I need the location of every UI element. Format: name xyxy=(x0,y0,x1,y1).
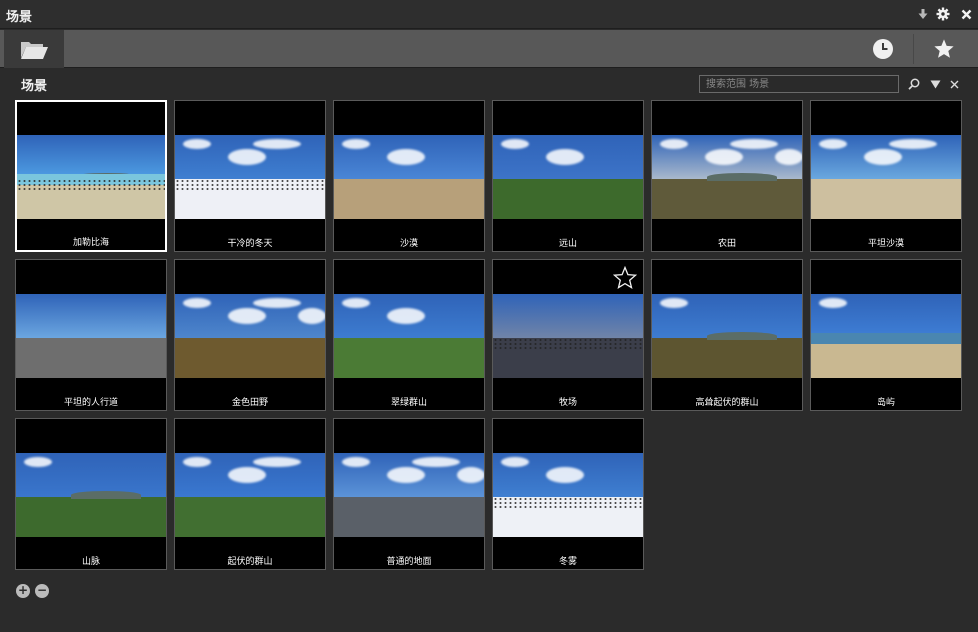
section-title: 场景 xyxy=(21,79,48,94)
scene-tile[interactable]: 普通的地面 xyxy=(333,418,485,570)
scene-thumbnail xyxy=(17,135,165,219)
scene-thumbnail xyxy=(652,294,802,378)
scene-tile[interactable]: 金色田野 xyxy=(174,259,326,411)
clock-icon xyxy=(873,39,893,59)
window-titlebar: 场景 xyxy=(0,0,978,29)
window-title: 场景 xyxy=(6,10,33,25)
search-button[interactable] xyxy=(906,75,922,93)
scene-tile[interactable]: 沙漠 xyxy=(333,100,485,252)
scene-tile[interactable]: 翠绿群山 xyxy=(333,259,485,411)
scene-thumbnail xyxy=(493,294,643,378)
scene-label: 金色田野 xyxy=(231,398,268,408)
scene-thumbnail xyxy=(493,453,643,537)
scene-label: 加勒比海 xyxy=(72,238,109,248)
scene-tile[interactable]: 起伏的群山 xyxy=(174,418,326,570)
library-toolbar xyxy=(0,30,978,68)
scene-label: 平坦的人行道 xyxy=(63,398,118,408)
scene-thumbnail xyxy=(652,135,802,219)
scene-thumbnail xyxy=(334,294,484,378)
gear-icon xyxy=(936,7,950,21)
scene-tile[interactable]: 岛屿 xyxy=(810,259,962,411)
scene-thumbnail xyxy=(493,135,643,219)
scene-tile[interactable]: 山脉 xyxy=(15,418,167,570)
scene-tile[interactable]: 冬雾 xyxy=(492,418,644,570)
scene-tile[interactable]: 平坦沙漠 xyxy=(810,100,962,252)
scene-label: 远山 xyxy=(558,239,577,249)
scene-thumbnail xyxy=(811,135,961,219)
scene-label: 山脉 xyxy=(81,557,100,567)
scene-label: 起伏的群山 xyxy=(227,557,273,567)
scene-thumbnail xyxy=(811,294,961,378)
dock-down-button[interactable] xyxy=(914,4,932,24)
close-icon xyxy=(961,9,971,19)
scene-tile[interactable]: 高耸起伏的群山 xyxy=(651,259,803,411)
scene-tile[interactable]: 牧场 xyxy=(492,259,644,411)
tab-folders[interactable] xyxy=(4,30,64,68)
scene-thumbnail xyxy=(334,453,484,537)
scene-label: 普通的地面 xyxy=(386,557,432,567)
scene-thumbnail xyxy=(334,135,484,219)
clear-search-button[interactable] xyxy=(946,75,962,93)
scene-thumbnail xyxy=(175,453,325,537)
scene-label: 岛屿 xyxy=(876,398,895,408)
scene-thumbnail xyxy=(175,135,325,219)
scene-label: 翠绿群山 xyxy=(390,398,427,408)
scene-tile[interactable]: 农田 xyxy=(651,100,803,252)
settings-button[interactable] xyxy=(934,4,952,24)
favorite-star-icon[interactable] xyxy=(613,266,637,290)
favorites-button[interactable] xyxy=(914,30,974,68)
close-icon xyxy=(950,80,958,88)
scene-tile[interactable]: 平坦的人行道 xyxy=(15,259,167,411)
triangle-down-icon xyxy=(930,80,940,88)
scene-label: 平坦沙漠 xyxy=(867,239,904,249)
scene-label: 干冷的冬天 xyxy=(227,239,273,249)
folder-open-icon xyxy=(21,42,48,59)
arrow-down-icon xyxy=(918,9,928,19)
search-options-dropdown[interactable] xyxy=(927,75,943,93)
scene-label: 高耸起伏的群山 xyxy=(695,398,759,408)
zoom-in-button[interactable]: + xyxy=(16,584,30,598)
search-icon xyxy=(908,78,920,90)
search-input[interactable] xyxy=(699,75,899,93)
scene-thumbnail xyxy=(16,453,166,537)
scene-tile[interactable]: 加勒比海 xyxy=(15,100,167,252)
scene-tile[interactable]: 远山 xyxy=(492,100,644,252)
zoom-out-button[interactable]: − xyxy=(35,584,49,598)
recent-button[interactable] xyxy=(853,30,913,68)
scene-label: 牧场 xyxy=(558,398,577,408)
scene-label: 冬雾 xyxy=(558,557,577,567)
scene-thumbnail xyxy=(16,294,166,378)
scene-tile[interactable]: 干冷的冬天 xyxy=(174,100,326,252)
scene-label: 农田 xyxy=(717,239,736,249)
scene-thumbnail xyxy=(175,294,325,378)
scene-label: 沙漠 xyxy=(399,239,418,249)
close-window-button[interactable] xyxy=(957,4,975,24)
star-icon xyxy=(934,39,954,58)
